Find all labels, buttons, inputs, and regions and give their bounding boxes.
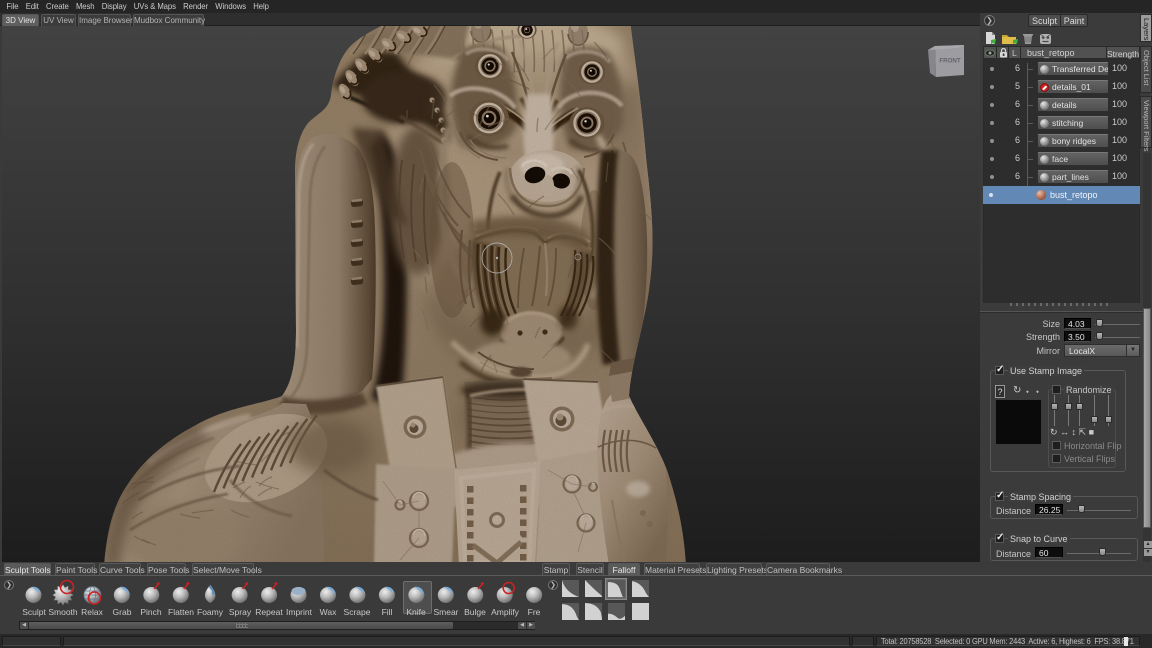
svg-text:FRONT: FRONT (939, 58, 961, 65)
